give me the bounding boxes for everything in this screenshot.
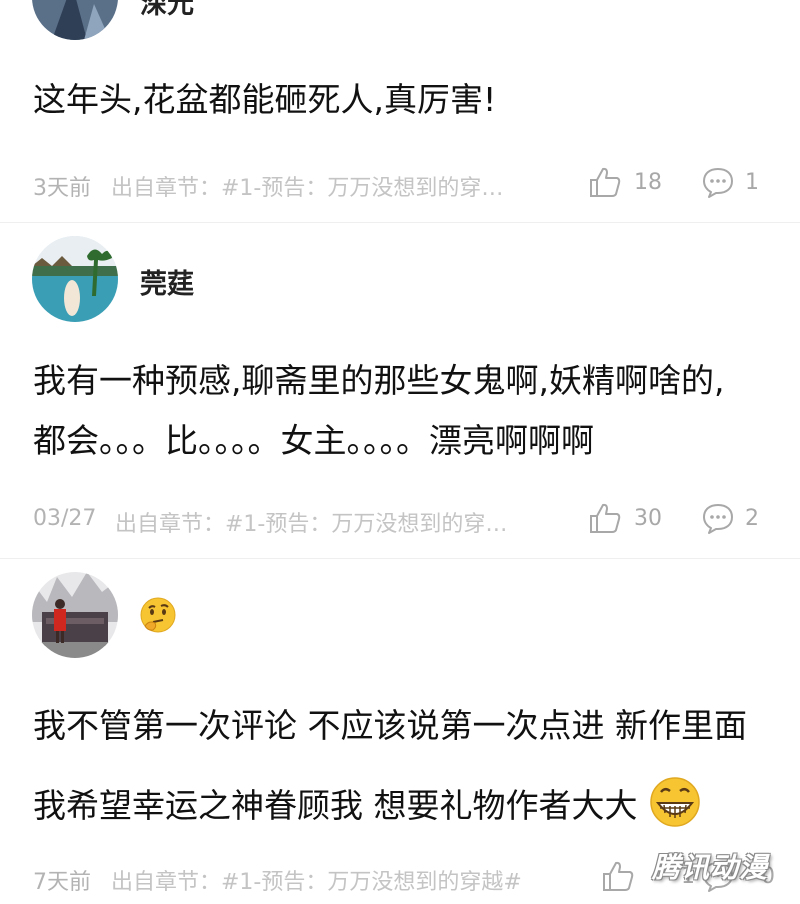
- like-count: 18: [634, 170, 662, 195]
- avatar[interactable]: [32, 572, 118, 658]
- thumbs-up-icon: [603, 861, 634, 891]
- divider: [0, 222, 800, 223]
- avatar-image: [32, 0, 118, 40]
- reply-button[interactable]: 2: [701, 500, 791, 540]
- username[interactable]: 莞莛: [140, 262, 194, 301]
- chapter-link[interactable]: 出自章节：#1-预告：万万没想到的穿越#: [111, 864, 522, 896]
- like-count: 30: [634, 506, 662, 531]
- reply-count: 2: [745, 506, 759, 531]
- avatar-image: [32, 236, 118, 322]
- thinking-face-emoji-icon: [139, 596, 177, 638]
- comment-bubble-icon: [703, 504, 733, 534]
- like-button[interactable]: 18: [588, 164, 698, 204]
- watermark: 腾讯动漫: [652, 851, 769, 884]
- comment-text: 我不管第一次评论 不应该说第一次点进 新作里面 我希望幸运之神眷顾我 想要礼物作…: [33, 686, 747, 858]
- divider: [0, 558, 800, 559]
- chapter-link[interactable]: 出自章节：#1-预告：万万没想到的穿…: [111, 170, 503, 202]
- comment-text: 我有一种预感,聊斋里的那些女鬼啊,妖精啊啥的, 都会。。。比。。。。女主。。。。…: [33, 351, 724, 471]
- thumbs-up-icon: [590, 167, 621, 197]
- avatar-image: [32, 572, 118, 658]
- thumbs-up-icon: [590, 503, 621, 533]
- comment-line: 我希望幸运之神眷顾我 想要礼物作者大大: [33, 766, 747, 858]
- comment-line: 我有一种预感,聊斋里的那些女鬼啊,妖精啊啥的,: [33, 361, 725, 400]
- comment-text: 这年头,花盆都能砸死人,真厉害!: [33, 70, 496, 130]
- comment-meta: 3天前 出自章节：#1-预告：万万没想到的穿… 18 1: [33, 164, 773, 204]
- reply-count: 1: [745, 170, 759, 195]
- comment-time: 3天前: [33, 176, 91, 201]
- comment-meta: 03/27 出自章节：#1-预告：万万没想到的穿… 30 2: [33, 500, 773, 540]
- chapter-link[interactable]: 出自章节：#1-预告：万万没想到的穿…: [115, 506, 507, 538]
- comment-time: 7天前: [33, 870, 91, 895]
- username[interactable]: 深元: [140, 0, 194, 21]
- comment-line: 我不管第一次评论 不应该说第一次点进 新作里面: [33, 706, 747, 745]
- comment-bubble-icon: [703, 168, 733, 198]
- comment-line: 都会。。。比。。。。女主。。。。漂亮啊啊啊: [33, 421, 594, 460]
- comment-time: 03/27: [33, 506, 97, 531]
- comment-line-text: 我希望幸运之神眷顾我 想要礼物作者大大: [33, 786, 638, 825]
- avatar[interactable]: [32, 236, 118, 322]
- comment-line: 这年头,花盆都能砸死人,真厉害!: [33, 80, 497, 119]
- reply-button[interactable]: 1: [701, 164, 791, 204]
- like-button[interactable]: 30: [588, 500, 698, 540]
- avatar[interactable]: [32, 0, 118, 40]
